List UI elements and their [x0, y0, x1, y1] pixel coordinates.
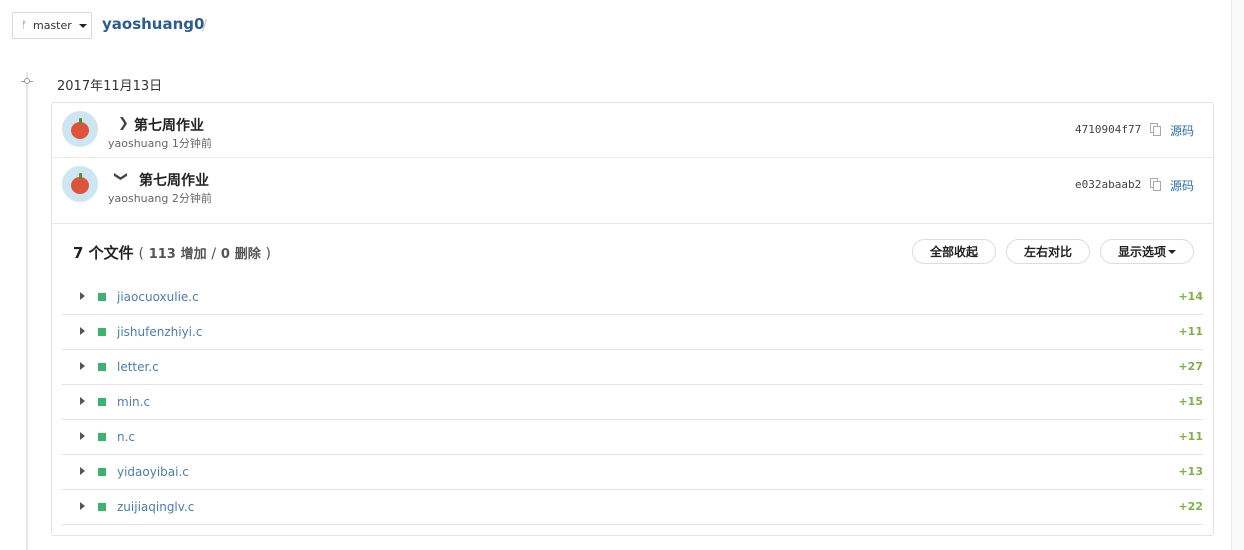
- file-added-icon: [98, 468, 106, 476]
- file-added-icon: [98, 398, 106, 406]
- file-added-icon: [98, 293, 106, 301]
- expand-triangle-icon[interactable]: [80, 292, 85, 300]
- commit-row: ❯ 第七周作业 yaoshuang 1分钟前 4710904f77 源码: [52, 103, 1213, 158]
- file-row[interactable]: jiaocuoxulie.c +14: [62, 280, 1203, 315]
- commit-group-card: ❯ 第七周作业 yaoshuang 1分钟前 4710904f77 源码 ❯ 第…: [51, 102, 1214, 536]
- avatar[interactable]: [62, 111, 98, 147]
- caret-down-icon: [78, 23, 87, 28]
- path-separator: /: [202, 16, 208, 34]
- deletions-count: 0: [220, 247, 230, 262]
- commit-row: ❯ 第七周作业 yaoshuang 2分钟前 e032abaab2 源码: [52, 158, 1213, 224]
- file-additions: +22: [1178, 500, 1203, 513]
- chevron-down-icon[interactable]: ❯: [113, 171, 128, 185]
- expand-triangle-icon[interactable]: [80, 362, 85, 370]
- file-row[interactable]: letter.c +27: [62, 350, 1203, 385]
- timeline-line: [26, 72, 28, 550]
- additions-count: 113: [148, 247, 176, 262]
- file-row[interactable]: n.c +11: [62, 420, 1203, 455]
- file-row[interactable]: yidaoyibai.c +13: [62, 455, 1203, 490]
- branch-selector-button[interactable]: ᚠ master: [12, 12, 92, 39]
- file-additions: +15: [1178, 395, 1203, 408]
- file-added-icon: [98, 503, 106, 511]
- file-name[interactable]: jiaocuoxulie.c: [117, 290, 199, 304]
- file-name[interactable]: yidaoyibai.c: [117, 465, 189, 479]
- files-summary: 7 个文件 ( 113 增加 / 0 删除 ): [73, 244, 272, 262]
- commit-sha[interactable]: e032abaab2: [1075, 178, 1141, 191]
- commit-date-label: 2017年11月13日: [57, 79, 163, 94]
- chevron-right-icon[interactable]: ❯: [118, 116, 132, 131]
- side-by-side-button[interactable]: 左右对比: [1006, 239, 1090, 264]
- caret-down-icon: [1168, 249, 1176, 254]
- repo-name-link[interactable]: yaoshuang0: [102, 15, 204, 33]
- commit-meta: yaoshuang 1分钟前: [108, 137, 212, 150]
- branch-label: master: [33, 19, 72, 32]
- file-name[interactable]: min.c: [117, 395, 150, 409]
- expand-triangle-icon[interactable]: [80, 502, 85, 510]
- commit-title[interactable]: 第七周作业: [134, 115, 204, 135]
- file-row[interactable]: min.c +15: [62, 385, 1203, 420]
- commit-meta: yaoshuang 2分钟前: [108, 192, 212, 205]
- scrollbar-track[interactable]: [1231, 0, 1244, 550]
- commit-title[interactable]: 第七周作业: [139, 170, 209, 190]
- copy-icon[interactable]: [1150, 123, 1162, 136]
- file-added-icon: [98, 433, 106, 441]
- file-row[interactable]: jishufenzhiyi.c +11: [62, 315, 1203, 350]
- file-additions: +14: [1178, 290, 1203, 303]
- file-added-icon: [98, 328, 106, 336]
- expand-triangle-icon[interactable]: [80, 432, 85, 440]
- display-options-button[interactable]: 显示选项: [1100, 239, 1194, 264]
- file-additions: +13: [1178, 465, 1203, 478]
- file-name[interactable]: letter.c: [117, 360, 159, 374]
- source-link[interactable]: 源码: [1170, 177, 1194, 194]
- file-list: jiaocuoxulie.c +14 jishufenzhiyi.c +11 l…: [62, 280, 1203, 525]
- file-name[interactable]: jishufenzhiyi.c: [117, 325, 202, 339]
- file-additions: +11: [1178, 325, 1203, 338]
- file-row[interactable]: zuijiaqinglv.c +22: [62, 490, 1203, 525]
- page: ᚠ master yaoshuang0 / 2017年11月13日 ❯ 第七周作…: [0, 0, 1244, 550]
- commit-sha[interactable]: 4710904f77: [1075, 123, 1141, 136]
- commit-node-icon: [21, 75, 33, 87]
- file-additions: +11: [1178, 430, 1203, 443]
- file-name[interactable]: zuijiaqinglv.c: [117, 500, 194, 514]
- avatar[interactable]: [62, 166, 98, 202]
- source-link[interactable]: 源码: [1170, 122, 1194, 139]
- expand-triangle-icon[interactable]: [80, 397, 85, 405]
- expand-triangle-icon[interactable]: [80, 467, 85, 475]
- file-name[interactable]: n.c: [117, 430, 135, 444]
- files-count: 7 个文件: [73, 244, 134, 262]
- file-additions: +27: [1178, 360, 1203, 373]
- copy-icon[interactable]: [1150, 178, 1162, 191]
- branch-icon: ᚠ: [21, 20, 27, 31]
- expand-triangle-icon[interactable]: [80, 327, 85, 335]
- collapse-all-button[interactable]: 全部收起: [912, 239, 996, 264]
- file-added-icon: [98, 363, 106, 371]
